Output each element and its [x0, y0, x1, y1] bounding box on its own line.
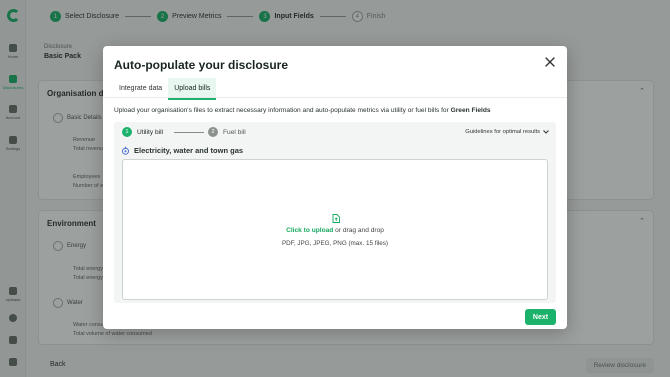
- modal-title: Auto-populate your disclosure: [114, 58, 289, 72]
- organisation-name: Green Fields: [450, 107, 491, 114]
- upload-panel: 1 Utility bill 2 Fuel bill Guidelines fo…: [114, 122, 556, 303]
- accepted-formats: PDF, JPG, JPEG, PNG (max. 15 files): [281, 240, 389, 247]
- upload-step-connector: [174, 132, 204, 133]
- chevron-down-icon: [543, 130, 549, 134]
- dropzone-instructions: Click to upload or drag and drop: [286, 227, 384, 234]
- auto-populate-modal: Auto-populate your disclosure Integrate …: [103, 46, 567, 329]
- guidelines-dropdown[interactable]: Guidelines for optimal results: [465, 129, 549, 135]
- section-title: Electricity, water and town gas: [122, 146, 243, 155]
- modal-description: Upload your organisation's files to extr…: [114, 107, 491, 114]
- upload-step-fuel-bill[interactable]: 2 Fuel bill: [208, 127, 246, 137]
- file-dropzone[interactable]: Click to upload or drag and drop PDF, JP…: [122, 159, 548, 300]
- file-upload-icon: [332, 214, 340, 223]
- tab-divider: [103, 97, 567, 98]
- upload-step-utility-bill[interactable]: 1 Utility bill: [122, 127, 163, 137]
- click-to-upload-link[interactable]: Click to upload: [286, 227, 333, 234]
- close-icon: [545, 57, 555, 67]
- energy-drop-icon: [122, 146, 129, 155]
- close-button[interactable]: [544, 56, 556, 68]
- next-button[interactable]: Next: [525, 309, 556, 325]
